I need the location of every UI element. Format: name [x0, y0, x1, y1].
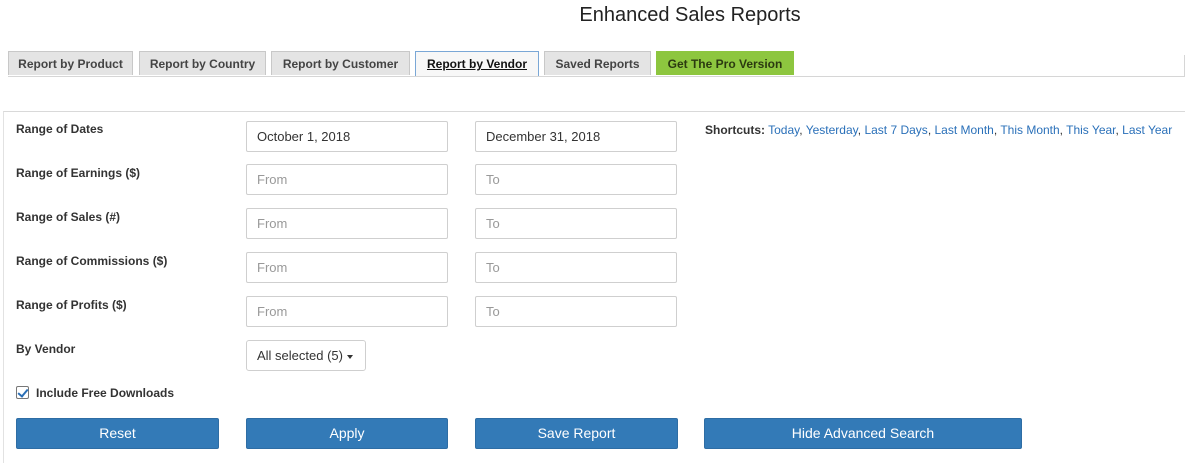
- save-report-button[interactable]: Save Report: [475, 418, 678, 449]
- shortcut-today[interactable]: Today: [768, 123, 799, 137]
- label-range-of-dates: Range of Dates: [16, 122, 104, 136]
- tab-get-pro-version[interactable]: Get The Pro Version: [656, 51, 794, 75]
- date-to-input[interactable]: December 31, 2018: [475, 121, 677, 152]
- vendor-selected-value: All selected (5): [257, 348, 343, 363]
- tab-report-by-vendor[interactable]: Report by Vendor: [415, 51, 539, 77]
- shortcut-this-month[interactable]: This Month: [1000, 123, 1059, 137]
- label-range-of-earnings: Range of Earnings ($): [16, 166, 141, 180]
- tab-divider: [8, 76, 1185, 77]
- include-free-downloads-label: Include Free Downloads: [36, 386, 175, 400]
- label-range-of-profits: Range of Profits ($): [16, 298, 127, 312]
- include-free-downloads-checkbox[interactable]: [16, 386, 29, 399]
- label-range-of-commissions: Range of Commissions ($): [16, 254, 168, 268]
- shortcut-last-year[interactable]: Last Year: [1122, 123, 1172, 137]
- earnings-to-input[interactable]: To: [475, 164, 677, 195]
- apply-button[interactable]: Apply: [246, 418, 448, 449]
- caret-down-icon: [346, 354, 353, 359]
- date-shortcuts: Shortcuts: Today, Yesterday, Last 7 Days…: [705, 123, 1173, 137]
- date-from-input[interactable]: October 1, 2018: [246, 121, 448, 152]
- shortcut-this-year[interactable]: This Year: [1066, 123, 1115, 137]
- tab-report-by-customer[interactable]: Report by Customer: [271, 51, 410, 75]
- label-range-of-sales: Range of Sales (#): [16, 210, 121, 224]
- commissions-to-input[interactable]: To: [475, 252, 677, 283]
- commissions-from-input[interactable]: From: [246, 252, 448, 283]
- shortcut-last-7-days[interactable]: Last 7 Days: [864, 123, 927, 137]
- sales-to-input[interactable]: To: [475, 208, 677, 239]
- shortcut-yesterday[interactable]: Yesterday: [806, 123, 858, 137]
- sales-from-input[interactable]: From: [246, 208, 448, 239]
- tab-report-by-country[interactable]: Report by Country: [139, 51, 266, 75]
- reset-button[interactable]: Reset: [16, 418, 219, 449]
- checkmark-icon: [17, 386, 29, 398]
- tab-saved-reports[interactable]: Saved Reports: [544, 51, 651, 75]
- page-title: Enhanced Sales Reports: [579, 4, 801, 26]
- profits-to-input[interactable]: To: [475, 296, 677, 327]
- hide-advanced-search-button[interactable]: Hide Advanced Search: [704, 418, 1022, 449]
- shortcut-last-month[interactable]: Last Month: [934, 123, 993, 137]
- shortcuts-label: Shortcuts:: [705, 123, 765, 137]
- vendor-multiselect[interactable]: All selected (5): [246, 340, 366, 371]
- earnings-from-input[interactable]: From: [246, 164, 448, 195]
- tab-report-by-product[interactable]: Report by Product: [8, 51, 133, 75]
- label-by-vendor: By Vendor: [16, 342, 76, 356]
- profits-from-input[interactable]: From: [246, 296, 448, 327]
